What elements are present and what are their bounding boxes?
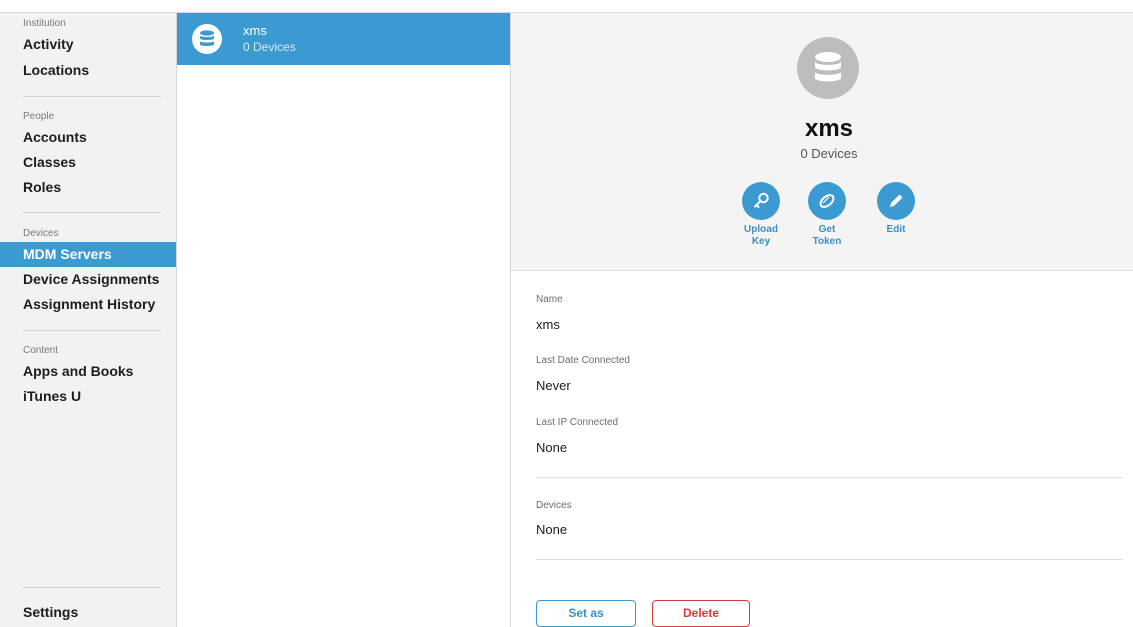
database-icon [797, 37, 859, 99]
sidebar-divider [23, 212, 161, 213]
last-ip-connected-value: None [536, 440, 568, 455]
divider [536, 477, 1123, 478]
list-item-subtitle: 0 Devices [243, 40, 296, 54]
name-value: xms [536, 317, 560, 332]
devices-value: None [536, 522, 568, 537]
edit-button[interactable]: Edit [866, 182, 926, 236]
pencil-icon [877, 182, 915, 220]
sidebar-divider [23, 96, 161, 97]
list-item-title: xms [243, 23, 267, 38]
device-count: 0 Devices [800, 146, 858, 161]
sidebar-item-assignment-history[interactable]: Assignment History [0, 292, 176, 317]
sidebar-item-mdm-servers[interactable]: MDM Servers [0, 242, 176, 267]
list-item[interactable]: xms 0 Devices [177, 13, 510, 65]
sidebar-item-roles[interactable]: Roles [0, 175, 176, 200]
sidebar: Institution Activity Locations People Ac… [0, 13, 177, 627]
sidebar-item-settings[interactable]: Settings [0, 600, 176, 625]
name-label: Name [536, 294, 563, 305]
key-icon [742, 182, 780, 220]
sidebar-item-itunes-u[interactable]: iTunes U [0, 384, 176, 409]
sidebar-item-locations[interactable]: Locations [0, 58, 176, 83]
token-icon [808, 182, 846, 220]
upload-key-button[interactable]: Upload Key [731, 182, 791, 248]
section-label-institution: Institution [23, 18, 66, 29]
upload-key-label: Upload Key [744, 224, 778, 247]
last-ip-connected-label: Last IP Connected [536, 417, 619, 428]
section-label-people: People [23, 111, 55, 122]
sidebar-divider [23, 330, 161, 331]
database-icon [192, 24, 222, 54]
get-token-button[interactable]: Get Token [797, 182, 857, 248]
sidebar-divider [23, 587, 161, 588]
divider [536, 559, 1123, 560]
sidebar-item-device-assignments[interactable]: Device Assignments [0, 267, 176, 292]
edit-label: Edit [886, 224, 906, 235]
detail-header: xms 0 Devices Upload Key Get Token Edit [511, 13, 1133, 271]
server-list: xms 0 Devices [177, 13, 511, 627]
sidebar-item-accounts[interactable]: Accounts [0, 125, 176, 150]
last-date-connected-value: Never [536, 378, 571, 393]
page-title: xms [804, 115, 854, 142]
get-token-label: Get Token [812, 224, 842, 247]
server-detail: xms 0 Devices Upload Key Get Token Edit … [511, 13, 1133, 627]
window-top-bar [0, 0, 1133, 13]
set-as-default-button[interactable]: Set as Default [536, 600, 636, 627]
last-date-connected-label: Last Date Connected [536, 355, 630, 366]
section-label-devices: Devices [23, 228, 59, 239]
delete-server-button[interactable]: Delete Server [652, 600, 750, 627]
sidebar-item-classes[interactable]: Classes [0, 150, 176, 175]
devices-label: Devices [536, 500, 572, 511]
section-label-content: Content [23, 345, 59, 356]
sidebar-item-activity[interactable]: Activity [0, 32, 176, 57]
sidebar-item-apps-and-books[interactable]: Apps and Books [0, 359, 176, 384]
